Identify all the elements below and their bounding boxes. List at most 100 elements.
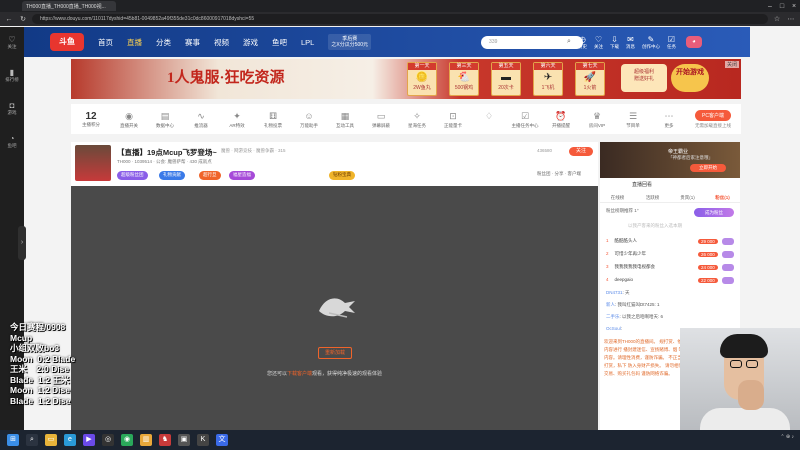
chat-user[interactable]: DN4731 — [606, 290, 623, 295]
nav-live[interactable]: 直播 — [127, 37, 142, 48]
menu-icon[interactable]: ⋯ — [786, 15, 796, 23]
download-button[interactable]: ⇩ 下载 — [610, 35, 619, 50]
game-icon[interactable]: ♞ — [159, 434, 171, 446]
translate-icon[interactable]: 文 — [216, 434, 228, 446]
file-explorer-icon[interactable]: ▭ — [45, 434, 57, 446]
sidebar-item-fishbar[interactable]: ◔ 鱼吧 — [0, 134, 24, 149]
download-client-link[interactable]: 下载客户端 — [287, 371, 312, 377]
nav-fishbar[interactable]: 鱼吧 — [272, 37, 287, 48]
tool-item[interactable]: ◉ 直播开关 — [111, 110, 147, 129]
anchor-promo-card[interactable]: 帝王霸业 「神都者后家注意哦」 立即开始 — [600, 142, 740, 178]
url-field[interactable]: https://www.douyu.com/110117dyshid=45b81… — [32, 14, 768, 24]
green-app-icon[interactable]: ◉ — [121, 434, 133, 446]
nav-home[interactable]: 首页 — [98, 37, 113, 48]
tool-item[interactable]: ⊡ 正能量卡 — [435, 110, 471, 129]
tool-item[interactable]: ☺ 万能助手 — [291, 110, 327, 129]
chat-message[interactable]: 二手乐: 以我之后咱啊哈天: 6 — [606, 314, 736, 320]
fan-level-val: 000 — [707, 252, 715, 257]
tool-item[interactable]: ♛ 房间VIP — [579, 110, 615, 129]
chat-message[interactable]: DN4731: 天 — [606, 290, 736, 296]
banner-close-button[interactable]: 关闭 — [725, 61, 740, 68]
tool-item[interactable]: ✧ 星海任务 — [399, 110, 435, 129]
video-player[interactable]: 重新加载 您还可以下载客户端观看，获得纯净极速的观看体验 — [71, 186, 598, 430]
fan-rank-row[interactable]: 4 deepgaio 22 000 — [606, 277, 736, 287]
obs-icon[interactable]: ◎ — [102, 434, 114, 446]
sidebar-item-ranking[interactable]: ▮ 排行榜 — [0, 68, 24, 83]
fan-rank-row[interactable]: 2 可惜少年再少年 26 000 — [606, 251, 736, 261]
folder-icon[interactable]: ▥ — [140, 434, 152, 446]
tool-item[interactable]: ♢ — [471, 110, 507, 129]
nav-events[interactable]: 赛事 — [185, 37, 200, 48]
anchor-promo-button[interactable]: 立即开始 — [690, 164, 726, 172]
user-avatar[interactable]: ◕ — [685, 36, 702, 48]
creator-center-button[interactable]: ✎ 创作中心 — [642, 35, 660, 50]
streamer-avatar[interactable] — [75, 145, 111, 181]
minimize-icon[interactable]: – — [764, 3, 776, 10]
app-icon[interactable]: ▣ — [178, 434, 190, 446]
tool-item[interactable]: ▦ 互动工具 — [327, 110, 363, 129]
nav-games[interactable]: 游戏 — [243, 37, 258, 48]
sidebar-item-game[interactable]: ◘ 游戏 — [0, 101, 24, 116]
back-arrow-icon[interactable]: ← — [4, 16, 14, 23]
tool-item[interactable]: ⚅ 礼物投票 — [255, 110, 291, 129]
nav-video[interactable]: 视频 — [214, 37, 229, 48]
media-icon[interactable]: ▶ — [83, 434, 95, 446]
room-category[interactable]: 魔兽 · 网游竞技 · 魔兽争霸 · 315 — [221, 148, 286, 154]
follow-button[interactable]: 关注 — [569, 147, 593, 156]
sidebar-expand-handle[interactable]: › — [18, 226, 26, 260]
tasks-button[interactable]: ☑ 任务 — [667, 35, 676, 50]
sidebar-item-follow[interactable]: ♡ 关注 — [0, 35, 24, 50]
room-actions[interactable]: 粉丝团 · 分享 · 客户端 — [537, 171, 581, 177]
tool-item[interactable]: ∿ 推流器 — [183, 110, 219, 129]
tab-online[interactable]: 在线榜 — [600, 192, 635, 202]
room-chip[interactable]: 礼物贡献 — [159, 171, 185, 180]
maximize-icon[interactable]: □ — [776, 3, 788, 10]
messages-button[interactable]: ✉ 消息 — [626, 35, 635, 50]
tab-fans[interactable]: 粉丝(1) — [705, 192, 740, 202]
tool-item[interactable]: ▭ 弹幕屏蔽 — [363, 110, 399, 129]
douyu-logo[interactable]: 斗鱼 — [50, 33, 84, 51]
edge-icon[interactable]: e — [64, 434, 76, 446]
chat-user[interactable]: 二手乐 — [606, 314, 620, 319]
pc-client-button[interactable]: PC客户端 无需加载直接上线 — [695, 109, 731, 129]
tool-item[interactable]: ⋯ 更多 — [651, 110, 687, 129]
room-chip[interactable]: 钻粉宝典 — [329, 171, 355, 180]
chat-user[interactable]: OcSoul — [606, 326, 621, 331]
refresh-icon[interactable]: ↻ — [18, 15, 28, 23]
room-chip[interactable]: 超级粉丝团 — [117, 171, 148, 180]
system-tray[interactable]: ⌃ ⊕ ♪ — [780, 434, 794, 440]
reload-button[interactable]: 重新加载 — [318, 347, 352, 359]
close-icon[interactable]: × — [788, 3, 800, 10]
tool-item[interactable]: ⏰ 开播提醒 — [543, 110, 579, 129]
nav-category[interactable]: 分类 — [156, 37, 171, 48]
fan-rank-row[interactable]: 3 我我我我我电视都会 24 000 — [606, 264, 736, 274]
fan-rank-row[interactable]: 1 酷酷酷头人 29 000 — [606, 238, 736, 248]
tool-item[interactable]: ☑ 主播任务中心 — [507, 110, 543, 129]
chat-message[interactable]: 新人: 我叫红猫叫Dt7425: 1 — [606, 302, 736, 308]
room-chip[interactable]: 福星造福 — [229, 171, 255, 180]
nav-lpl[interactable]: LPL — [301, 38, 314, 47]
search-icon[interactable]: ⌕ — [567, 38, 571, 46]
promo-banner[interactable]: 1人鬼服·狂吃资源 第一天 🪙 2W鱼丸 第三天 🐔 500钢鸡 第五天 ▬ 20次卡 第六… — [71, 59, 741, 99]
live-room: 【直播】19点Mcup飞罗登场~ 魔兽 · 网游竞技 · 魔兽争霸 · 315 … — [71, 142, 598, 430]
tab-active[interactable]: 活跃榜 — [635, 192, 670, 202]
tool-item[interactable]: ✦ AR特效 — [219, 110, 255, 129]
tool-item[interactable]: ▤ 数据中心 — [147, 110, 183, 129]
tab-vip[interactable]: 贵宾(1) — [670, 192, 705, 202]
join-fans-button[interactable]: 成为粉丝 — [694, 208, 734, 217]
follow-button[interactable]: ♡ 关注 — [594, 35, 603, 50]
streamer-level[interactable]: 12 主播积分 — [71, 111, 111, 128]
star-icon[interactable]: ☆ — [772, 15, 782, 23]
browser-tab[interactable]: TH000直播_TH000直播_TH000视... — [22, 1, 116, 11]
replay-header[interactable]: 直播回看 — [600, 180, 740, 190]
search-icon[interactable]: ⌕ — [26, 434, 38, 446]
room-chip[interactable]: 超行旦 — [199, 171, 221, 180]
history-button[interactable]: ◷ 历史 — [578, 35, 587, 50]
event-promo[interactable]: 季后赛 之X分瓜分500元 — [328, 34, 372, 50]
kaf-icon[interactable]: K — [197, 434, 209, 446]
tool-item[interactable]: ☰ 节目单 — [615, 110, 651, 129]
chat-user[interactable]: 新人 — [606, 302, 615, 307]
banner-gift-button[interactable]: 超级福利 赠送好礼 — [621, 64, 667, 92]
windows-start-icon[interactable]: ⊞ — [7, 434, 19, 446]
banner-play-button[interactable]: 开始游戏 — [671, 64, 709, 92]
